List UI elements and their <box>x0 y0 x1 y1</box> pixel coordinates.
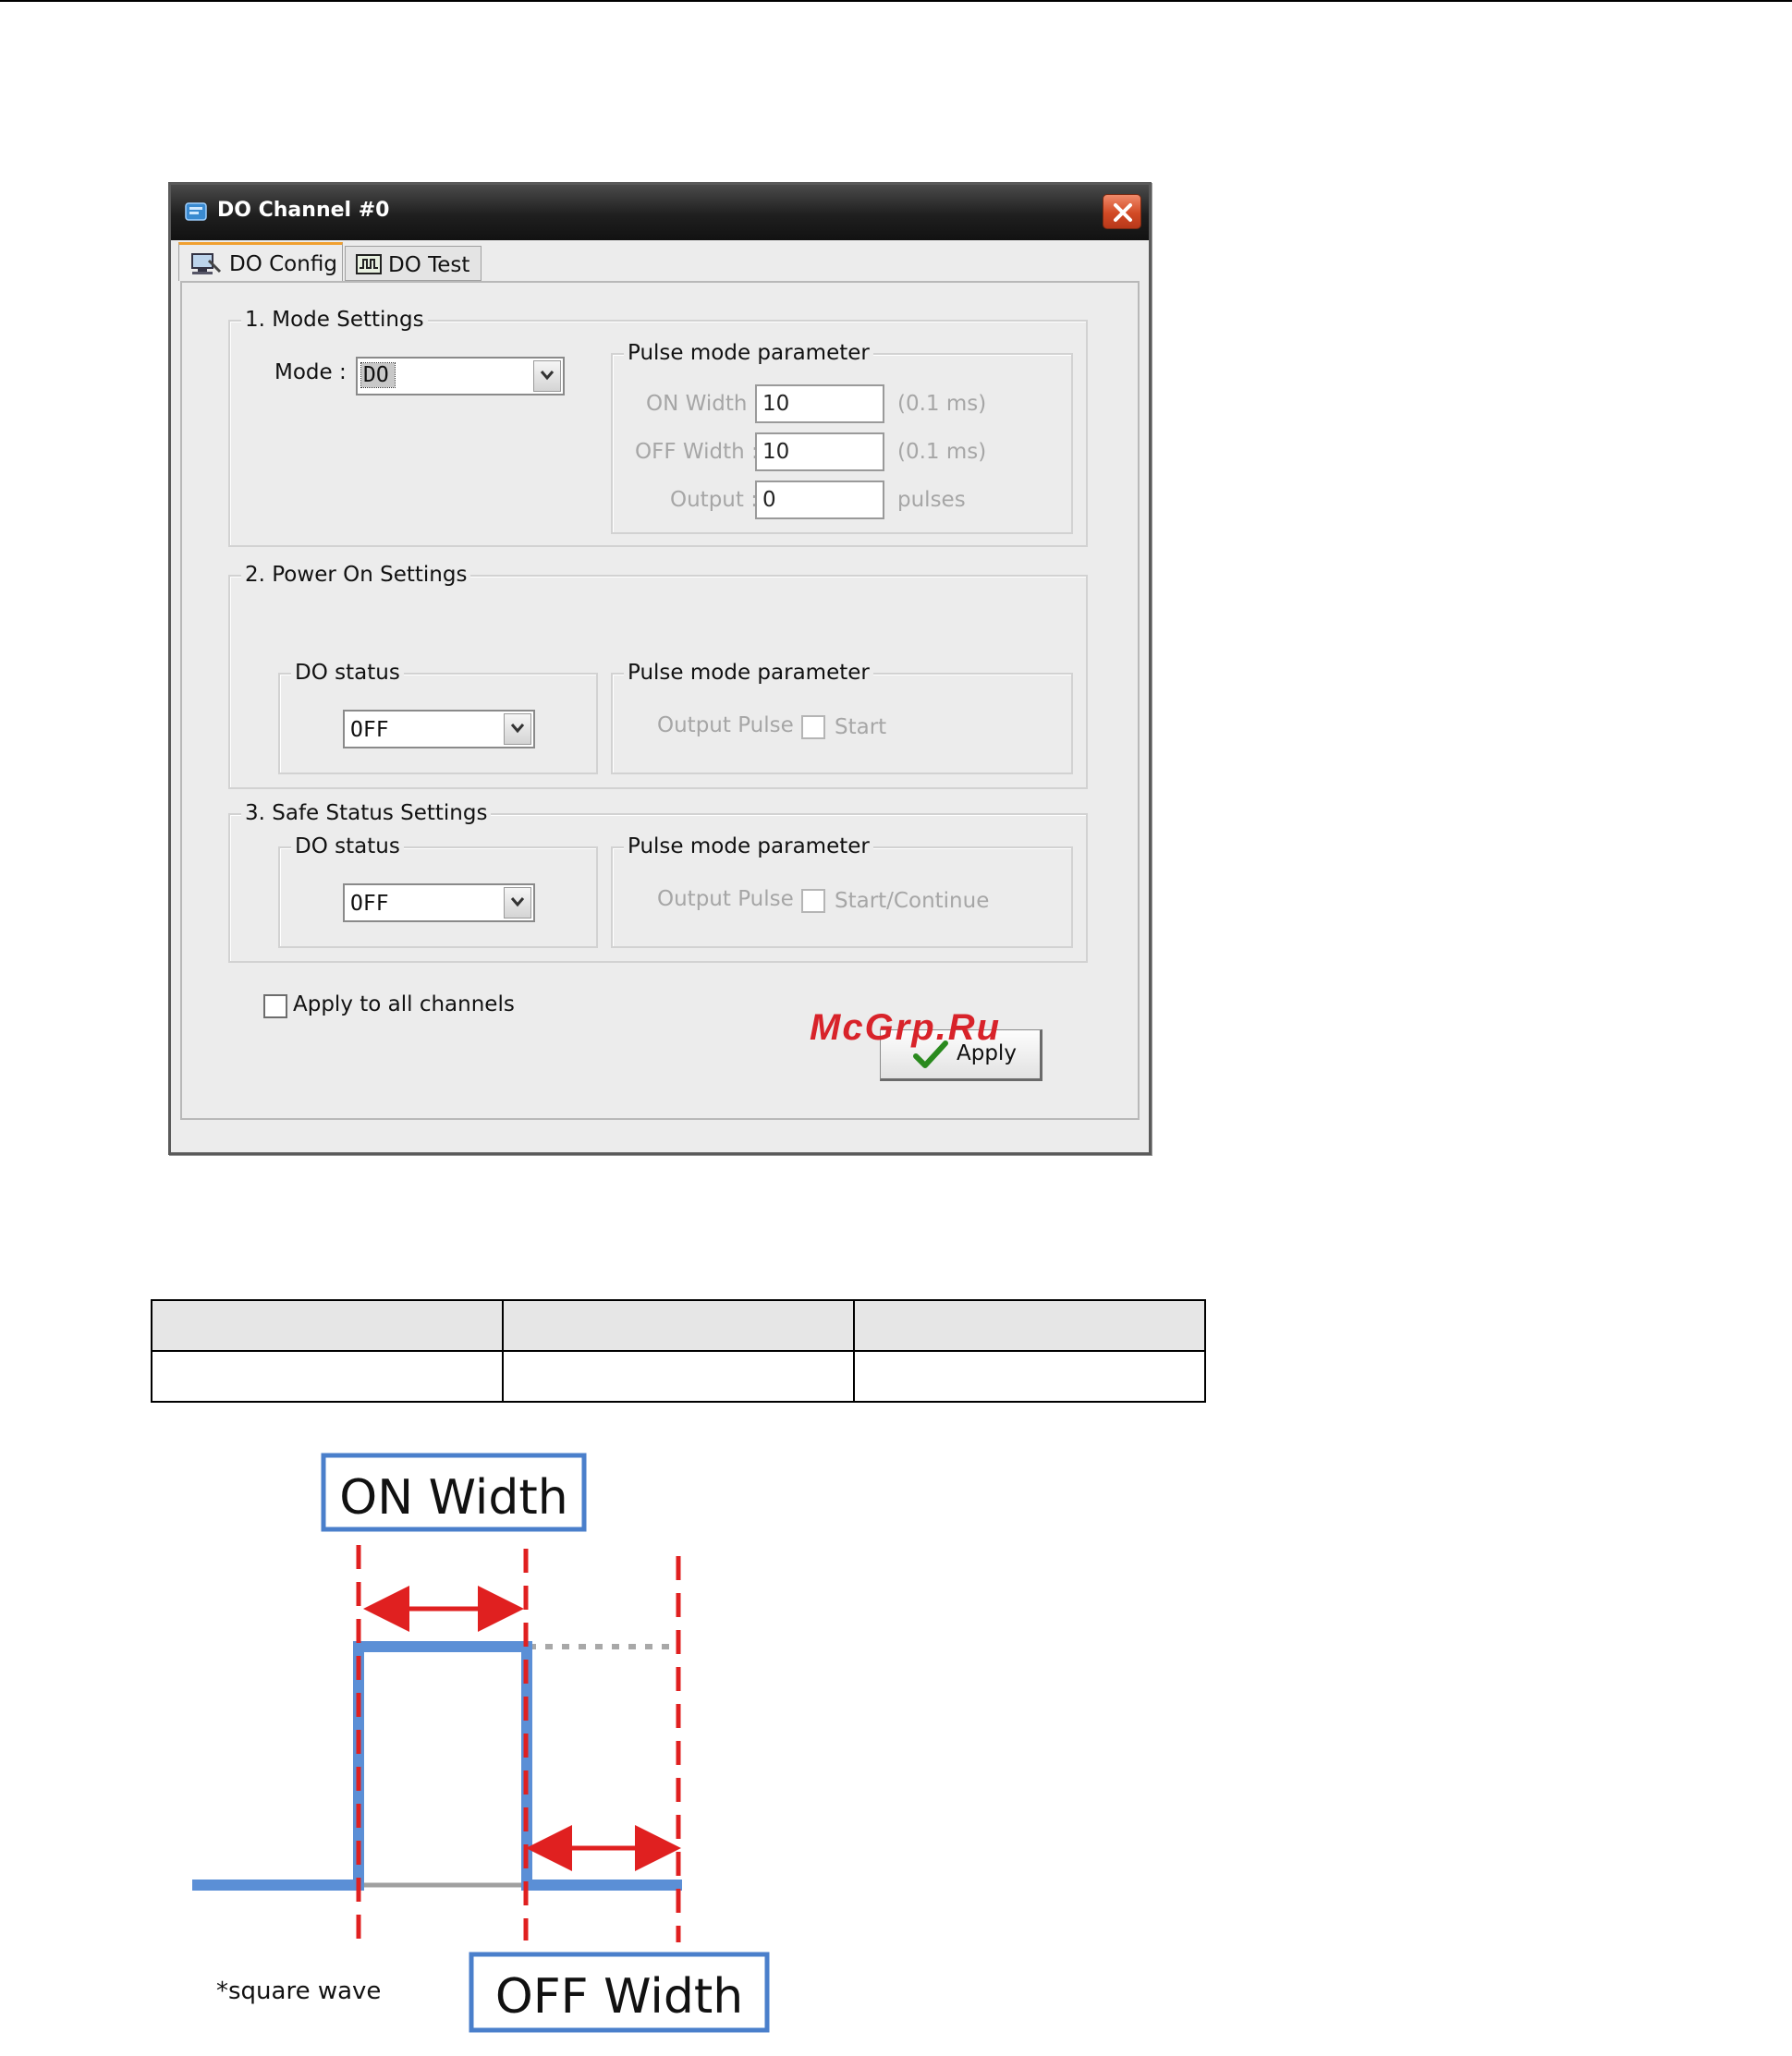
mode-select[interactable]: DO <box>356 357 565 395</box>
mode-label: Mode : <box>274 360 347 384</box>
safe-status-settings-legend: 3. Safe Status Settings <box>241 801 492 825</box>
table-cell <box>502 1299 855 1352</box>
oscilloscope-icon <box>356 254 382 274</box>
safe-do-status-legend: DO status <box>291 834 404 858</box>
mode-settings-group: 1. Mode Settings Mode : DO Pulse mode pa… <box>228 308 1088 547</box>
tab-do-config-label: DO Config <box>229 252 337 276</box>
off-width-label: OFF Width : <box>635 440 759 464</box>
parameter-table <box>151 1299 1206 1403</box>
tab-do-test[interactable]: DO Test <box>345 246 482 281</box>
square-wave-diagram: ON Width *square wave OFF Width <box>192 1453 770 2033</box>
do-config-panel: 1. Mode Settings Mode : DO Pulse mode pa… <box>180 281 1140 1120</box>
off-width-box-label: OFF Width <box>495 1969 743 2025</box>
tab-do-config[interactable]: DO Config <box>178 242 343 281</box>
power-on-settings-legend: 2. Power On Settings <box>241 563 471 587</box>
output-label: Output : <box>670 488 758 512</box>
off-width-unit: (0.1 ms) <box>897 440 987 464</box>
apply-all-checkbox[interactable] <box>263 994 287 1018</box>
power-on-do-status-value: OFF <box>350 718 389 742</box>
table-cell <box>151 1350 504 1403</box>
chevron-down-icon <box>540 371 555 381</box>
table-cell <box>853 1299 1206 1352</box>
tab-strip: DO Config DO Test <box>177 242 1143 281</box>
power-on-start-checkbox[interactable] <box>801 715 825 739</box>
table-cell <box>502 1350 855 1403</box>
table-row <box>151 1350 1206 1403</box>
watermark: McGrp.Ru <box>810 1007 1002 1048</box>
power-on-do-status-legend: DO status <box>291 661 404 685</box>
close-button[interactable] <box>1103 194 1141 229</box>
output-unit: pulses <box>897 488 966 512</box>
safe-do-status-select[interactable]: OFF <box>343 883 535 922</box>
off-width-value: 10 <box>762 440 790 464</box>
page-top-rule <box>0 0 1792 2</box>
table-cell <box>853 1350 1206 1403</box>
power-on-start-label: Start <box>835 715 887 739</box>
safe-output-pulse-label: Output Pulse : <box>657 887 808 911</box>
tab-do-test-label: DO Test <box>388 253 470 277</box>
power-on-dropdown-button[interactable] <box>504 713 531 745</box>
close-icon <box>1114 203 1132 222</box>
safe-status-settings-group: 3. Safe Status Settings DO status OFF Pu… <box>228 801 1088 963</box>
safe-start-continue-checkbox[interactable] <box>801 889 825 913</box>
safe-do-status-group: DO status OFF <box>278 834 598 948</box>
safe-pulse-param-group: Pulse mode parameter Output Pulse : Star… <box>611 834 1073 948</box>
on-width-label: ON Width : <box>646 392 762 416</box>
mode-settings-legend: 1. Mode Settings <box>241 308 428 332</box>
safe-pulse-param-legend: Pulse mode parameter <box>624 834 873 858</box>
output-input[interactable]: 0 <box>755 481 884 519</box>
safe-do-status-value: OFF <box>350 892 389 916</box>
on-width-box-label: ON Width <box>339 1470 567 1526</box>
app-icon <box>185 202 207 221</box>
output-value: 0 <box>762 488 776 512</box>
on-width-unit: (0.1 ms) <box>897 392 987 416</box>
safe-start-continue-label: Start/Continue <box>835 889 990 913</box>
do-channel-window: DO Channel #0 DO Config DO Test 1. Mode … <box>168 182 1152 1155</box>
on-width-value: 10 <box>762 392 790 416</box>
table-cell <box>151 1299 504 1352</box>
on-width-input[interactable]: 10 <box>755 384 884 423</box>
power-on-output-pulse-label: Output Pulse : <box>657 713 808 737</box>
power-on-do-status-select[interactable]: OFF <box>343 710 535 748</box>
config-icon <box>191 253 222 274</box>
power-on-settings-group: 2. Power On Settings DO status OFF Pulse… <box>228 563 1088 789</box>
mode-pulse-param-group: Pulse mode parameter ON Width : 10 (0.1 … <box>611 341 1073 534</box>
off-width-input[interactable]: 10 <box>755 432 884 471</box>
mode-pulse-param-legend: Pulse mode parameter <box>624 341 873 365</box>
chevron-down-icon <box>510 724 525 734</box>
table-header-row <box>151 1299 1206 1352</box>
window-title: DO Channel #0 <box>217 199 390 222</box>
title-bar[interactable]: DO Channel #0 <box>171 185 1149 240</box>
power-on-pulse-param-legend: Pulse mode parameter <box>624 661 873 685</box>
mode-dropdown-button[interactable] <box>533 360 561 392</box>
square-wave-note: *square wave <box>216 1977 381 2005</box>
chevron-down-icon <box>510 897 525 907</box>
safe-dropdown-button[interactable] <box>504 887 531 919</box>
apply-all-label: Apply to all channels <box>293 992 515 1016</box>
power-on-do-status-group: DO status OFF <box>278 661 598 774</box>
power-on-pulse-param-group: Pulse mode parameter Output Pulse : Star… <box>611 661 1073 774</box>
mode-select-value: DO <box>360 362 396 388</box>
